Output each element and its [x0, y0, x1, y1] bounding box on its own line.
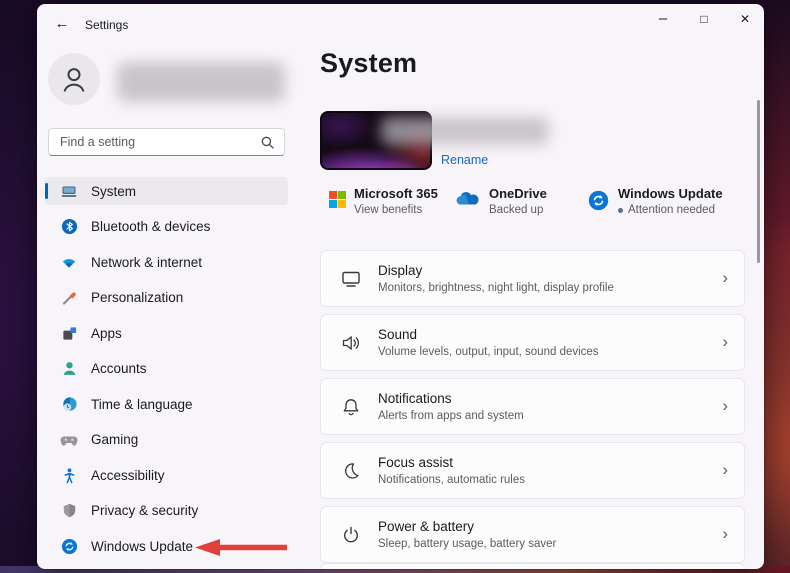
chevron-right-icon: ›	[722, 267, 728, 287]
sidebar-item-label: Windows Update	[91, 538, 194, 554]
sidebar-item-label: Apps	[91, 325, 122, 341]
onedrive-cloud-icon	[453, 190, 489, 216]
sidebar-item-label: Bluetooth & devices	[91, 219, 211, 234]
clock-globe-icon	[60, 395, 78, 413]
sidebar-item-apps[interactable]: Apps	[45, 319, 288, 347]
user-avatar[interactable]	[48, 53, 100, 105]
status-title: Windows Update	[618, 186, 723, 201]
card-title: Focus assist	[378, 455, 454, 470]
speaker-icon	[340, 332, 362, 359]
card-subtitle: Notifications, automatic rules	[378, 474, 526, 486]
sidebar-item-privacy-security[interactable]: Privacy & security	[45, 497, 288, 525]
minimize-button[interactable]: –	[642, 4, 684, 34]
card-subtitle: Volume levels, output, input, sound devi…	[378, 346, 599, 358]
search-input[interactable]	[49, 129, 284, 155]
microsoft-logo-icon	[328, 190, 354, 216]
red-arrow-annotation	[195, 539, 287, 556]
chevron-right-icon: ›	[722, 523, 728, 543]
close-button[interactable]: ✕	[724, 4, 764, 34]
card-focus-assist[interactable]: Focus assist Notifications, automatic ru…	[320, 442, 745, 499]
card-title: Display	[378, 263, 423, 278]
sidebar-item-label: Accessibility	[91, 467, 165, 483]
sidebar-item-accounts[interactable]: Accounts	[45, 355, 288, 383]
sidebar-item-network-internet[interactable]: Network & internet	[45, 248, 288, 276]
bell-icon	[340, 396, 362, 423]
card-title: Sound	[378, 327, 418, 342]
chevron-right-icon: ›	[722, 331, 728, 351]
chevron-right-icon: ›	[722, 395, 728, 415]
card-notifications[interactable]: Notifications Alerts from apps and syste…	[320, 378, 745, 435]
settings-window: ← Settings – □ ✕ System Bluetooth	[37, 4, 764, 569]
window-title: Settings	[85, 18, 129, 32]
apps-grid-icon	[60, 324, 78, 342]
accessibility-icon	[60, 466, 78, 484]
wifi-icon	[60, 253, 78, 271]
rename-link[interactable]: Rename	[441, 153, 488, 167]
scrollbar[interactable]	[757, 100, 760, 263]
page-title: System	[320, 48, 418, 78]
person-silhouette-icon	[63, 68, 85, 92]
windows-update-icon	[588, 190, 618, 216]
laptop-icon	[60, 182, 78, 200]
sidebar-item-label: Privacy & security	[91, 503, 199, 518]
selected-accent-bar	[45, 183, 48, 199]
card-subtitle: Monitors, brightness, night light, displ…	[378, 282, 614, 294]
card-title: Notifications	[378, 391, 452, 406]
sidebar-item-accessibility[interactable]: Accessibility	[45, 461, 288, 489]
sidebar-item-time-language[interactable]: Time & language	[45, 390, 288, 418]
status-row: Microsoft 365 View benefits OneDrive Bac…	[320, 186, 745, 226]
card-title: Power & battery	[378, 519, 475, 534]
sidebar-item-system[interactable]: System	[45, 177, 288, 205]
sidebar-item-label: System	[91, 183, 137, 199]
sidebar-nav: System Bluetooth & devices Network & int…	[45, 177, 288, 568]
status-onedrive[interactable]: OneDrive Backed up	[453, 186, 547, 216]
sidebar-item-gaming[interactable]: Gaming	[45, 426, 288, 454]
sidebar-item-label: Time & language	[91, 396, 193, 412]
power-icon	[340, 524, 362, 551]
card-subtitle: Alerts from apps and system	[378, 410, 524, 422]
device-name-redacted	[381, 117, 549, 145]
sidebar-item-label: Personalization	[91, 290, 184, 305]
display-icon	[340, 268, 362, 295]
card-power-battery[interactable]: Power & battery Sleep, battery usage, ba…	[320, 506, 745, 563]
back-button[interactable]: ←	[49, 12, 75, 36]
card-subtitle: Sleep, battery usage, battery saver	[378, 538, 557, 550]
status-subtitle: Attention needed	[628, 204, 715, 216]
sidebar-item-label: Gaming	[91, 432, 139, 447]
next-card-partial[interactable]	[320, 563, 745, 569]
sidebar-item-bluetooth-devices[interactable]: Bluetooth & devices	[45, 213, 288, 241]
maximize-button[interactable]: □	[683, 4, 725, 34]
status-microsoft-365[interactable]: Microsoft 365 View benefits	[328, 186, 438, 216]
sync-icon	[60, 537, 78, 555]
status-windows-update[interactable]: Windows Update Attention needed	[588, 186, 723, 216]
brush-icon	[60, 289, 78, 307]
sidebar-item-label: Network & internet	[91, 254, 203, 270]
card-display[interactable]: Display Monitors, brightness, night ligh…	[320, 250, 745, 307]
shield-icon	[60, 502, 78, 520]
sidebar-item-label: Accounts	[91, 361, 147, 376]
moon-icon	[340, 460, 362, 487]
status-title: Microsoft 365	[354, 186, 438, 201]
person-icon	[60, 360, 78, 378]
search-icon[interactable]	[260, 135, 275, 150]
chevron-right-icon: ›	[722, 459, 728, 479]
controller-icon	[60, 431, 78, 449]
bluetooth-icon	[60, 218, 78, 236]
status-subtitle: Backed up	[489, 204, 544, 216]
status-title: OneDrive	[489, 186, 547, 201]
settings-card-list: Display Monitors, brightness, night ligh…	[320, 250, 745, 569]
card-sound[interactable]: Sound Volume levels, output, input, soun…	[320, 314, 745, 371]
attention-dot	[618, 207, 623, 213]
search-box	[48, 128, 285, 156]
sidebar-item-personalization[interactable]: Personalization	[45, 284, 288, 312]
status-subtitle: View benefits	[354, 204, 423, 216]
user-name-redacted	[117, 62, 285, 102]
